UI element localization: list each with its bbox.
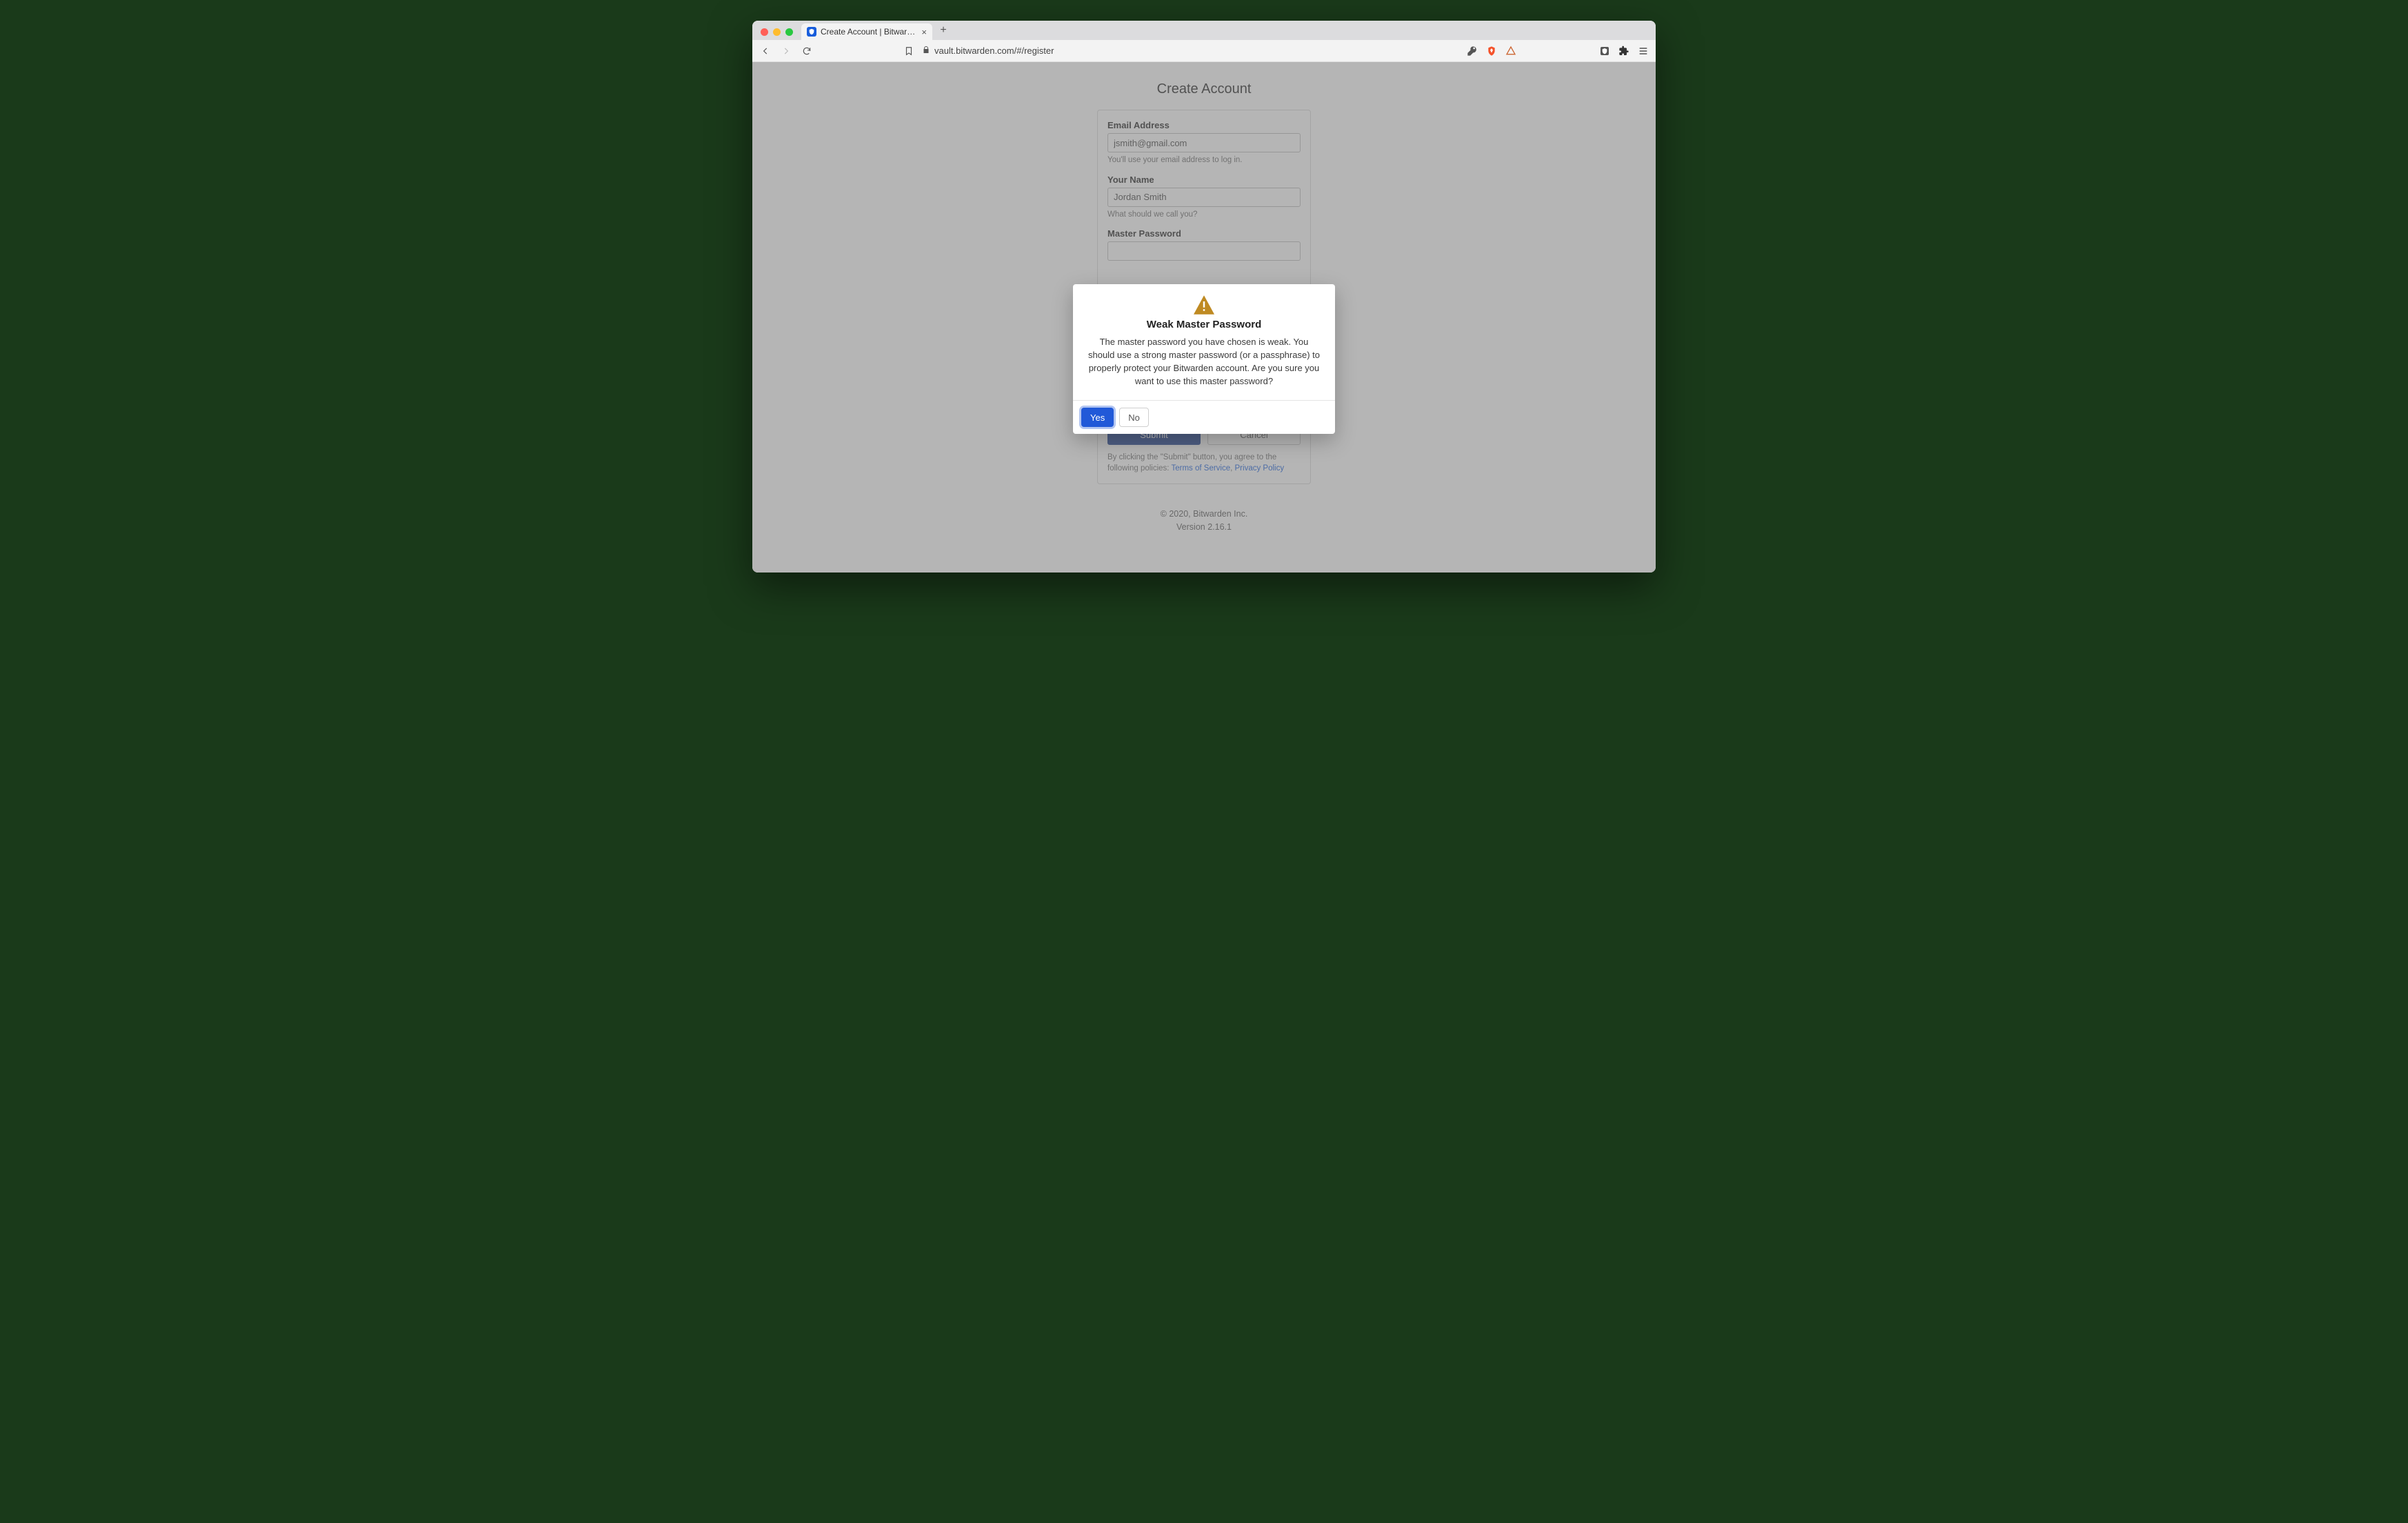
browser-toolbar: vault.bitwarden.com/#/register xyxy=(752,40,1656,62)
weak-password-modal: Weak Master Password The master password… xyxy=(1073,284,1335,434)
modal-no-button[interactable]: No xyxy=(1119,408,1149,427)
modal-title: Weak Master Password xyxy=(1085,319,1323,330)
address-bar[interactable]: vault.bitwarden.com/#/register xyxy=(922,46,1054,56)
browser-tab[interactable]: Create Account | Bitwarden Web × xyxy=(801,23,932,40)
minimize-window-button[interactable] xyxy=(773,28,781,36)
url-text: vault.bitwarden.com/#/register xyxy=(934,46,1054,56)
key-icon[interactable] xyxy=(1465,44,1479,58)
menu-icon[interactable] xyxy=(1636,44,1650,58)
lock-icon xyxy=(922,46,930,56)
brave-rewards-icon[interactable] xyxy=(1504,44,1518,58)
bookmark-icon[interactable] xyxy=(901,43,916,59)
window-controls xyxy=(758,28,797,40)
browser-window: Create Account | Bitwarden Web × + vault… xyxy=(752,21,1656,573)
maximize-window-button[interactable] xyxy=(785,28,793,36)
modal-yes-button[interactable]: Yes xyxy=(1081,408,1114,427)
extensions-icon[interactable] xyxy=(1617,44,1631,58)
modal-text: The master password you have chosen is w… xyxy=(1085,336,1323,388)
reload-button[interactable] xyxy=(799,43,814,59)
forward-button[interactable] xyxy=(779,43,794,59)
new-tab-button[interactable]: + xyxy=(935,22,952,39)
back-button[interactable] xyxy=(758,43,773,59)
close-window-button[interactable] xyxy=(761,28,768,36)
brave-shield-icon[interactable] xyxy=(1485,44,1498,58)
bitwarden-favicon xyxy=(807,27,816,37)
tab-strip: Create Account | Bitwarden Web × + xyxy=(752,21,1656,40)
tab-title: Create Account | Bitwarden Web xyxy=(821,27,917,37)
bitwarden-extension-icon[interactable] xyxy=(1598,44,1612,58)
close-tab-icon[interactable]: × xyxy=(921,27,927,37)
warning-icon xyxy=(1085,295,1323,315)
page-viewport: Create Account Email Address You'll use … xyxy=(752,62,1656,573)
